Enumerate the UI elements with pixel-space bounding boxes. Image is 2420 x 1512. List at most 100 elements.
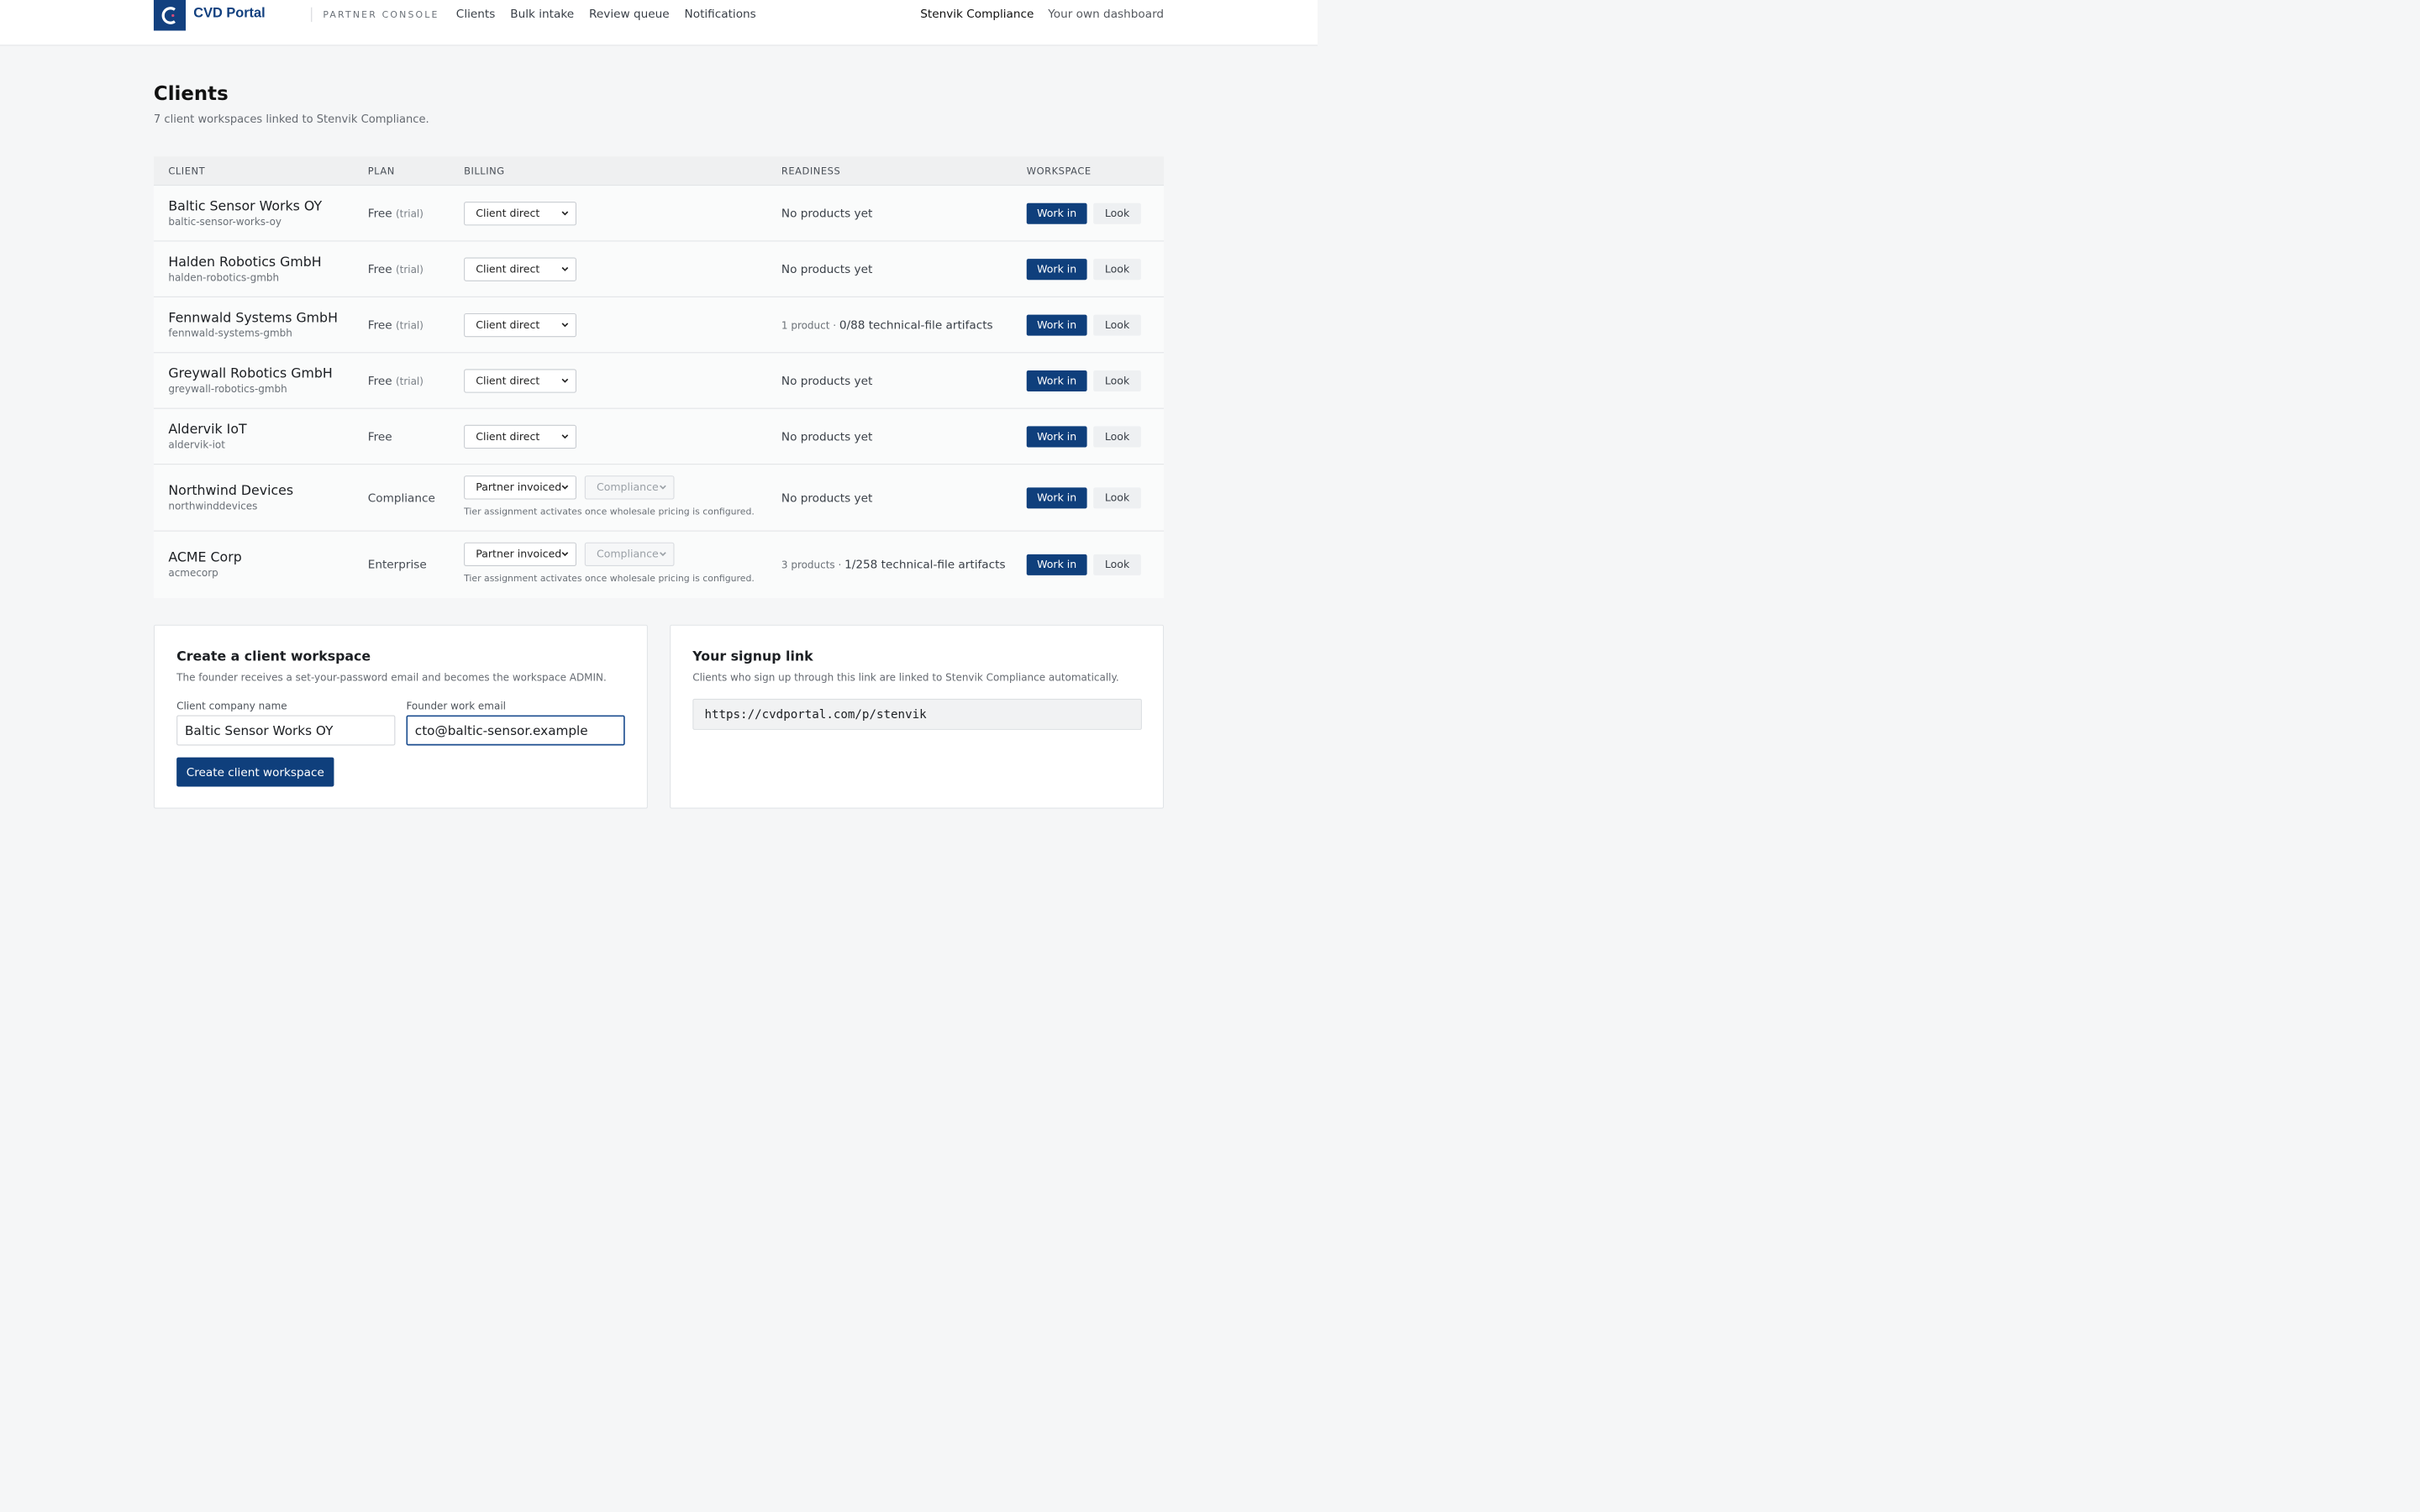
billing-select[interactable]: Partner invoiced bbox=[464, 542, 576, 567]
plan-cell: Enterprise bbox=[368, 558, 427, 571]
client-slug: aldervik-iot bbox=[168, 439, 225, 451]
work-in-button[interactable]: Work in bbox=[1026, 202, 1087, 224]
client-slug: greywall-robotics-gmbh bbox=[168, 383, 287, 396]
work-in-button[interactable]: Work in bbox=[1026, 554, 1087, 575]
work-in-button[interactable]: Work in bbox=[1026, 259, 1087, 281]
look-button[interactable]: Look bbox=[1093, 554, 1141, 575]
client-name[interactable]: Halden Robotics GmbH bbox=[168, 254, 321, 270]
work-in-button[interactable]: Work in bbox=[1026, 314, 1087, 336]
header-divider bbox=[311, 7, 313, 23]
org-name[interactable]: Stenvik Compliance bbox=[920, 8, 1034, 21]
client-name[interactable]: ACME Corp bbox=[168, 549, 241, 565]
billing-value: Client direct bbox=[476, 430, 540, 444]
chevron-down-icon bbox=[561, 211, 569, 216]
readiness-status: No products yet bbox=[781, 429, 873, 444]
top-bar: CVD Portal PARTNER CONSOLE Clients Bulk … bbox=[0, 0, 1318, 46]
plan-note: (trial) bbox=[395, 375, 424, 388]
plan-note: (trial) bbox=[395, 208, 424, 220]
readiness-cell: 3 products · 1/258 technical-file artifa… bbox=[781, 558, 1006, 571]
look-button[interactable]: Look bbox=[1093, 314, 1141, 336]
client-name[interactable]: Greywall Robotics GmbH bbox=[168, 365, 332, 381]
console-label: PARTNER CONSOLE bbox=[323, 8, 439, 20]
plan-name: Free bbox=[367, 318, 392, 332]
tier-select[interactable]: Compliance bbox=[584, 542, 675, 567]
plan-cell: Free bbox=[368, 430, 392, 444]
plan-name: Free bbox=[367, 262, 392, 276]
logo-icon[interactable] bbox=[153, 0, 187, 31]
work-in-button[interactable]: Work in bbox=[1026, 370, 1087, 392]
table-header: CLIENT PLAN BILLING READINESS WORKSPACE bbox=[153, 156, 1165, 186]
nav-bulk-intake[interactable]: Bulk intake bbox=[510, 8, 574, 21]
table-row: Halden Robotics GmbH halden-robotics-gmbh… bbox=[153, 241, 1165, 297]
plan-name: Free bbox=[367, 374, 392, 388]
own-dashboard-link[interactable]: Your own dashboard bbox=[1048, 8, 1164, 21]
tier-note: Tier assignment activates once wholesale… bbox=[464, 572, 755, 584]
readiness-status: 0/88 technical-file artifacts bbox=[839, 318, 993, 332]
signup-link-field[interactable]: https://cvdportal.com/p/stenvik bbox=[692, 698, 1142, 730]
clients-table: CLIENT PLAN BILLING READINESS WORKSPACE … bbox=[153, 156, 1165, 599]
tier-note: Tier assignment activates once wholesale… bbox=[464, 506, 755, 517]
client-name[interactable]: Northwind Devices bbox=[168, 482, 293, 498]
plan-cell: Compliance bbox=[368, 491, 435, 505]
look-button[interactable]: Look bbox=[1093, 259, 1141, 281]
brand-name[interactable]: CVD Portal bbox=[193, 6, 265, 22]
plan-cell: Free (trial) bbox=[368, 318, 424, 332]
header-plan: PLAN bbox=[367, 165, 395, 177]
readiness-status: No products yet bbox=[781, 262, 873, 276]
client-name[interactable]: Aldervik IoT bbox=[168, 421, 246, 437]
chevron-down-icon bbox=[561, 323, 569, 328]
billing-select[interactable]: Client direct bbox=[464, 312, 576, 338]
look-button[interactable]: Look bbox=[1093, 202, 1141, 224]
billing-select[interactable]: Client direct bbox=[464, 257, 576, 281]
chevron-down-icon bbox=[561, 434, 569, 439]
header-client: CLIENT bbox=[168, 165, 206, 177]
billing-select[interactable]: Client direct bbox=[464, 424, 576, 449]
look-button[interactable]: Look bbox=[1093, 426, 1141, 448]
billing-select[interactable]: Partner invoiced bbox=[464, 475, 576, 500]
page-subtitle: 7 client workspaces linked to Stenvik Co… bbox=[153, 112, 429, 126]
chevron-down-icon bbox=[561, 378, 569, 383]
plan-name: Free bbox=[367, 429, 392, 444]
signup-card-description: Clients who sign up through this link ar… bbox=[692, 672, 1119, 684]
founder-email-input[interactable]: cto@baltic-sensor.example bbox=[406, 715, 625, 746]
client-slug: baltic-sensor-works-oy bbox=[168, 216, 281, 228]
plan-note: (trial) bbox=[395, 320, 424, 332]
plan-cell: Free (trial) bbox=[368, 374, 424, 387]
chevron-down-icon bbox=[561, 266, 569, 271]
readiness-cell: No products yet bbox=[781, 263, 872, 276]
table-row: Northwind Devices northwinddevices Complia… bbox=[153, 465, 1165, 532]
table-row: Greywall Robotics GmbH greywall-robotics-… bbox=[153, 353, 1165, 409]
company-name-input[interactable]: Baltic Sensor Works OY bbox=[176, 715, 396, 746]
billing-select[interactable]: Client direct bbox=[464, 369, 576, 393]
table-row: Baltic Sensor Works OY baltic-sensor-work… bbox=[153, 186, 1165, 242]
create-workspace-button[interactable]: Create client workspace bbox=[176, 757, 334, 787]
look-button[interactable]: Look bbox=[1093, 487, 1141, 509]
nav-clients[interactable]: Clients bbox=[456, 8, 495, 21]
plan-name: Free bbox=[367, 207, 392, 220]
client-name[interactable]: Baltic Sensor Works OY bbox=[168, 198, 322, 214]
client-slug: northwinddevices bbox=[168, 501, 258, 512]
table-body: Baltic Sensor Works OY baltic-sensor-work… bbox=[153, 186, 1165, 598]
look-button[interactable]: Look bbox=[1093, 370, 1141, 392]
plan-cell: Free (trial) bbox=[368, 263, 424, 276]
work-in-button[interactable]: Work in bbox=[1026, 426, 1087, 448]
chevron-down-icon bbox=[561, 485, 569, 490]
table-row: Aldervik IoT aldervik-iot Free Client dire… bbox=[153, 409, 1165, 465]
header-workspace: WORKSPACE bbox=[1026, 165, 1092, 177]
tier-value: Compliance bbox=[596, 548, 659, 560]
readiness-status: 1/258 technical-file artifacts bbox=[844, 558, 1006, 572]
billing-value: Client direct bbox=[476, 263, 540, 276]
billing-select[interactable]: Client direct bbox=[464, 202, 576, 226]
account-nav: Stenvik Compliance Your own dashboard bbox=[920, 8, 1164, 21]
readiness-cell: No products yet bbox=[781, 374, 872, 387]
signup-card-title: Your signup link bbox=[692, 648, 813, 664]
tier-select[interactable]: Compliance bbox=[584, 475, 675, 500]
readiness-status: No products yet bbox=[781, 491, 873, 505]
readiness-products: 1 product · bbox=[781, 320, 839, 332]
client-name[interactable]: Fennwald Systems GmbH bbox=[168, 310, 338, 326]
work-in-button[interactable]: Work in bbox=[1026, 487, 1087, 509]
page-title: Clients bbox=[153, 81, 229, 105]
nav-notifications[interactable]: Notifications bbox=[685, 8, 756, 21]
nav-review-queue[interactable]: Review queue bbox=[589, 8, 670, 21]
plan-cell: Free (trial) bbox=[368, 207, 424, 220]
